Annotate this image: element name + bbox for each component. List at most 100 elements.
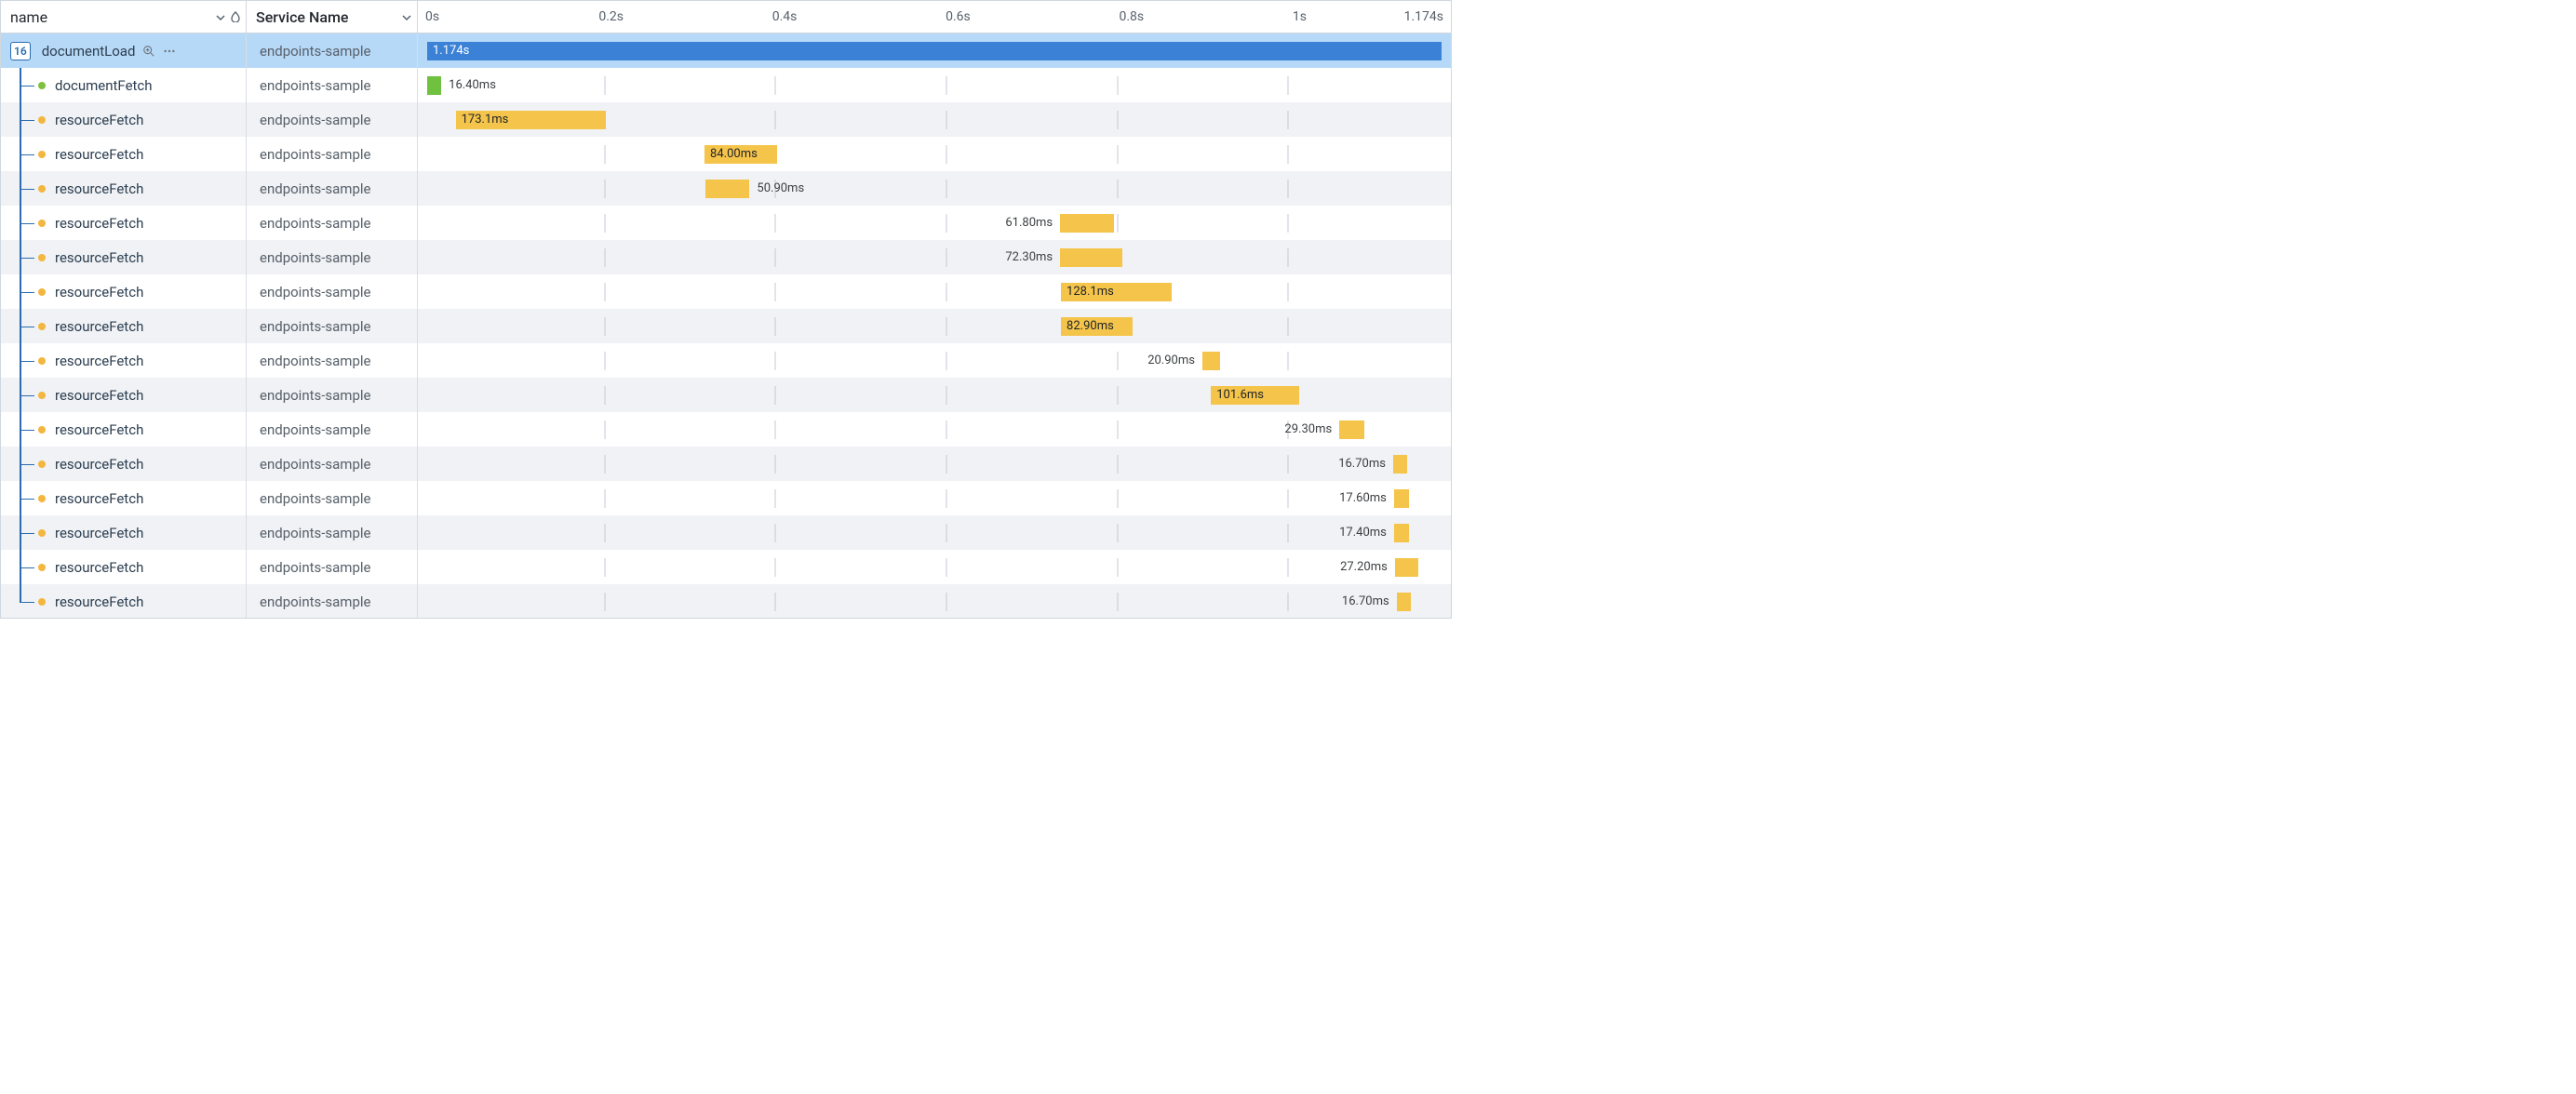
span-service-cell: endpoints-sample [247,68,418,102]
more-actions-icon[interactable] [163,45,176,58]
span-timeline-cell[interactable]: 17.60ms [418,481,1451,515]
span-timeline-cell[interactable]: 101.6ms [418,378,1451,412]
span-row[interactable]: resourceFetchendpoints-sample128.1ms [1,274,1451,309]
span-timeline-cell[interactable]: 17.40ms [418,515,1451,550]
span-timeline-cell[interactable]: 82.90ms [418,309,1451,343]
duration-label: 27.20ms [1340,558,1388,577]
timeline-tick: 0.4s [772,9,798,24]
span-status-dot [38,392,46,399]
span-timeline-cell[interactable]: 16.70ms [418,447,1451,481]
tree-connector [10,206,55,240]
span-rows: 16 documentLoad endpoints-sample 1.174s … [1,33,1451,618]
span-timeline-cell[interactable]: 173.1ms [418,102,1451,137]
span-row[interactable]: resourceFetchendpoints-sample84.00ms [1,137,1451,171]
span-row[interactable]: resourceFetchendpoints-sample72.30ms [1,240,1451,274]
span-row[interactable]: resourceFetchendpoints-sample20.90ms [1,343,1451,378]
span-timeline-cell[interactable]: 128.1ms [418,274,1451,309]
child-count-badge[interactable]: 16 [10,42,31,60]
span-timeline-cell[interactable]: 16.70ms [418,584,1451,618]
span-row[interactable]: resourceFetchendpoints-sample82.90ms [1,309,1451,343]
duration-label: 16.70ms [1338,455,1386,474]
duration-bar[interactable] [1393,455,1408,474]
span-timeline-cell[interactable]: 27.20ms [418,550,1451,584]
span-name-cell: resourceFetch [1,481,247,515]
span-service-cell: endpoints-sample [247,206,418,240]
span-timeline-cell[interactable]: 16.40ms [418,68,1451,102]
tree-connector [10,171,55,206]
span-service-cell: endpoints-sample [247,378,418,412]
span-timeline-cell[interactable]: 72.30ms [418,240,1451,274]
duration-label: 50.90ms [757,180,804,198]
span-name-cell: resourceFetch [1,550,247,584]
duration-label: 128.1ms [1061,285,1120,299]
span-status-dot [38,323,46,330]
duration-bar[interactable] [427,76,441,95]
column-header-name[interactable]: name [1,1,247,33]
duration-bar[interactable]: 1.174s [427,42,1442,60]
span-row[interactable]: documentFetch endpoints-sample 16.40ms [1,68,1451,102]
span-timeline-cell[interactable]: 84.00ms [418,137,1451,171]
column-label: Service Name [256,8,348,26]
duration-bar[interactable]: 82.90ms [1061,317,1133,336]
span-timeline-cell[interactable]: 20.90ms [418,343,1451,378]
trace-waterfall: name Service Name 0s0.2s0.4s0.6s0.8s1s1.… [0,0,1452,619]
span-status-dot [38,529,46,537]
duration-bar[interactable]: 101.6ms [1211,386,1299,405]
duration-bar[interactable] [1202,352,1220,370]
span-row[interactable]: resourceFetchendpoints-sample50.90ms [1,171,1451,206]
column-header-service[interactable]: Service Name [247,1,418,33]
tree-connector [10,447,55,481]
duration-bar[interactable] [1394,524,1409,542]
tree-connector [10,584,55,618]
span-service-cell: endpoints-sample [247,481,418,515]
duration-bar[interactable] [1339,420,1364,439]
span-status-dot [38,598,46,606]
duration-bar[interactable] [1060,248,1122,267]
span-timeline-cell[interactable]: 61.80ms [418,206,1451,240]
service-name: endpoints-sample [260,77,370,94]
chevron-down-icon[interactable] [216,8,225,26]
span-name-cell: resourceFetch [1,309,247,343]
timeline-tick: 0.6s [946,9,971,24]
duration-bar[interactable]: 173.1ms [456,111,606,129]
span-name-cell: documentFetch [1,68,247,102]
service-name: endpoints-sample [260,456,370,473]
span-name: resourceFetch [55,146,143,163]
table-header: name Service Name 0s0.2s0.4s0.6s0.8s1s1.… [1,0,1451,33]
duration-bar[interactable] [1060,214,1114,233]
span-row[interactable]: resourceFetchendpoints-sample16.70ms [1,584,1451,618]
span-timeline-cell[interactable]: 1.174s [418,33,1451,68]
span-row[interactable]: resourceFetchendpoints-sample173.1ms [1,102,1451,137]
duration-bar[interactable]: 84.00ms [704,145,777,164]
span-row-parent[interactable]: 16 documentLoad endpoints-sample 1.174s [1,33,1451,68]
span-name-cell: resourceFetch [1,378,247,412]
span-row[interactable]: resourceFetchendpoints-sample61.80ms [1,206,1451,240]
span-row[interactable]: resourceFetchendpoints-sample16.70ms [1,447,1451,481]
filter-drop-icon[interactable] [231,8,240,26]
span-status-dot [38,564,46,571]
duration-bar[interactable] [1397,593,1412,611]
span-row[interactable]: resourceFetch endpoints-sample17.60ms [1,481,1451,515]
chevron-down-icon[interactable] [402,8,411,26]
span-row[interactable]: resourceFetchendpoints-sample 101.6ms [1,378,1451,412]
span-row[interactable]: resourceFetchendpoints-sample17.40ms [1,515,1451,550]
duration-bar[interactable] [1395,558,1418,577]
span-name: resourceFetch [55,490,143,507]
duration-bar[interactable]: 128.1ms [1061,283,1172,301]
duration-label: 16.40ms [449,76,496,95]
span-timeline-cell[interactable]: 29.30ms [418,412,1451,447]
span-name: resourceFetch [55,318,143,335]
service-name: endpoints-sample [260,421,370,438]
duration-bar[interactable] [1394,489,1409,508]
span-name-cell: resourceFetch [1,515,247,550]
zoom-in-icon[interactable] [142,45,155,58]
span-status-dot [38,151,46,158]
span-timeline-cell[interactable]: 50.90ms [418,171,1451,206]
span-name-cell: resourceFetch [1,102,247,137]
span-row[interactable]: resourceFetchendpoints-sample29.30ms [1,412,1451,447]
duration-bar[interactable] [705,180,749,198]
timeline-tick: 1.174s [1404,9,1443,24]
span-row[interactable]: resourceFetchendpoints-sample27.20ms [1,550,1451,584]
span-status-dot [38,288,46,296]
span-status-dot [38,185,46,193]
